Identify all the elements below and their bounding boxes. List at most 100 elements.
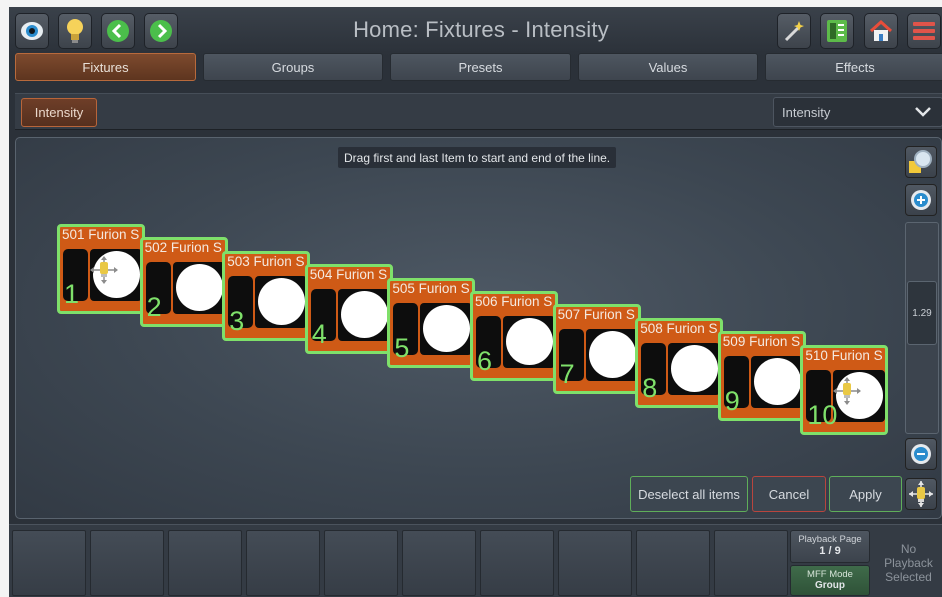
- cancel-button[interactable]: Cancel: [752, 476, 826, 512]
- zoom-slider-handle[interactable]: 1.29: [907, 281, 937, 345]
- home-button[interactable]: [864, 13, 898, 49]
- fixture-label: 508 Furion S: [640, 320, 718, 336]
- playback-slot[interactable]: [168, 530, 242, 596]
- playback-page-value: 1 / 9: [819, 545, 841, 557]
- fixture-tile[interactable]: 509 Furion S 9: [717, 331, 806, 422]
- playback-slot[interactable]: [90, 530, 164, 596]
- beam-circle: [340, 291, 388, 339]
- magic-button[interactable]: [777, 13, 811, 49]
- fixture-tile[interactable]: 507 Furion S 7: [552, 304, 641, 395]
- beam-circle: [588, 331, 636, 379]
- fixture-beam-preview: [668, 342, 721, 395]
- fixture-number: 3: [229, 305, 245, 336]
- magnifier-icon: [909, 150, 932, 173]
- intensity-filter-button[interactable]: Intensity: [21, 98, 97, 127]
- playback-slot[interactable]: [402, 530, 476, 596]
- fixture-beam-preview: [172, 262, 225, 315]
- apply-button[interactable]: Apply: [829, 476, 902, 512]
- fixture-label: 506 Furion S: [475, 294, 553, 309]
- hint-text: Drag first and last Item to start and en…: [338, 147, 617, 168]
- move-mode-button[interactable]: [905, 478, 937, 510]
- playback-slot[interactable]: [324, 530, 398, 596]
- playback-slot[interactable]: [558, 530, 632, 596]
- fixture-tile[interactable]: 505 Furion S 5: [387, 277, 476, 368]
- playback-slot[interactable]: [12, 530, 86, 596]
- tab-presets[interactable]: Presets: [390, 53, 571, 81]
- tab-values[interactable]: Values: [578, 53, 758, 81]
- app-window: Home: Fixtures - Intensity Fixtures Grou…: [9, 7, 942, 597]
- fixture-layout-canvas[interactable]: Drag first and last Item to start and en…: [15, 137, 942, 519]
- fixture-tile[interactable]: 501 Furion S 1: [57, 224, 145, 314]
- beam-circle: [506, 318, 553, 365]
- eye-button[interactable]: [15, 13, 49, 49]
- zoom-fit-button[interactable]: [905, 146, 937, 178]
- main-tabs: Fixtures Groups Presets Values Effects: [15, 53, 942, 81]
- fixture-label: 501 Furion S: [62, 227, 140, 242]
- fixture-tile[interactable]: 506 Furion S 6: [470, 291, 558, 381]
- magic-wand-icon: [784, 21, 804, 42]
- zoom-slider[interactable]: 1.29: [905, 222, 939, 434]
- back-icon: [107, 20, 129, 42]
- zoom-in-icon: [911, 190, 931, 210]
- chevron-down-icon: [915, 107, 931, 117]
- fixture-number: 8: [642, 372, 658, 403]
- fixture-beam-preview: [255, 275, 308, 328]
- back-button[interactable]: [101, 13, 135, 49]
- zoom-in-button[interactable]: [905, 184, 937, 216]
- fixture-label: 504 Furion S: [309, 267, 388, 283]
- forward-button[interactable]: [144, 13, 178, 49]
- drag-handle-icon[interactable]: [833, 376, 862, 406]
- tab-fixtures[interactable]: Fixtures: [15, 53, 196, 81]
- fixture-label: 502 Furion S: [144, 240, 222, 256]
- fixture-tile[interactable]: 502 Furion S 2: [139, 237, 228, 328]
- fixture-number: 9: [724, 386, 740, 417]
- fixture-tile[interactable]: 510 Furion S 10: [800, 344, 889, 435]
- beam-circle: [258, 277, 306, 325]
- playback-slot[interactable]: [246, 530, 320, 596]
- mff-mode-button[interactable]: MFF Mode Group: [790, 565, 870, 596]
- top-bar: Home: Fixtures - Intensity: [9, 7, 942, 56]
- fixture-tile[interactable]: 503 Furion S 3: [222, 250, 311, 341]
- beam-circle: [671, 344, 719, 392]
- fixture-label: 503 Furion S: [227, 253, 305, 269]
- fixture-number: 2: [146, 292, 162, 323]
- beam-circle: [423, 304, 471, 352]
- playback-page-button[interactable]: Playback Page 1 / 9: [790, 530, 870, 563]
- list-icon: [827, 20, 847, 42]
- fixture-tile[interactable]: 508 Furion S 8: [635, 317, 724, 408]
- bulb-button[interactable]: [58, 13, 92, 49]
- mff-mode-label: MFF Mode: [807, 569, 853, 580]
- fixture-tile[interactable]: 504 Furion S 4: [304, 264, 393, 355]
- no-playback-selected: No Playback Selected: [884, 542, 933, 584]
- filter-bar: Intensity Intensity: [15, 93, 942, 130]
- bulb-icon: [67, 19, 83, 43]
- zoom-out-icon: [911, 444, 931, 464]
- fixture-label: 509 Furion S: [722, 334, 801, 350]
- list-button[interactable]: [820, 13, 854, 49]
- fixture-number: 7: [559, 359, 575, 390]
- deselect-all-button[interactable]: Deselect all items: [630, 476, 748, 512]
- drag-handle-icon[interactable]: [90, 255, 118, 285]
- menu-button[interactable]: [907, 13, 941, 49]
- mff-mode-value: Group: [815, 580, 845, 591]
- home-icon: [869, 19, 893, 41]
- tab-effects[interactable]: Effects: [765, 53, 942, 81]
- tab-groups[interactable]: Groups: [203, 53, 383, 81]
- fixture-beam-preview: [420, 302, 473, 355]
- fixture-label: 510 Furion S: [805, 347, 883, 363]
- page-title: Home: Fixtures - Intensity: [353, 17, 609, 42]
- fixture-beam-preview: [337, 289, 390, 342]
- fixture-label: 507 Furion S: [557, 307, 635, 323]
- eye-icon: [21, 22, 43, 40]
- beam-circle: [753, 358, 801, 406]
- attribute-select[interactable]: Intensity: [773, 97, 942, 127]
- playback-slot[interactable]: [480, 530, 554, 596]
- playback-bar: Playback Page 1 / 9 MFF Mode Group No Pl…: [9, 524, 942, 597]
- fixture-number: 4: [311, 319, 327, 350]
- forward-icon: [150, 20, 172, 42]
- playback-slot[interactable]: [636, 530, 710, 596]
- zoom-out-button[interactable]: [905, 438, 937, 470]
- fixture-number: 5: [394, 332, 410, 363]
- beam-circle: [175, 264, 223, 312]
- playback-slot[interactable]: [714, 530, 788, 596]
